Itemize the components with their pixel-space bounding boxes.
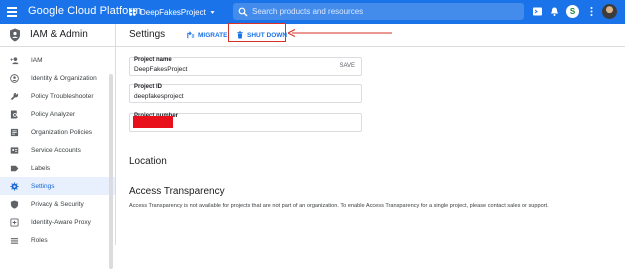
project-name-input[interactable]: DeepFakesProject: [134, 66, 187, 73]
document-search-icon: [10, 109, 18, 119]
sidebar-item-policy-troubleshooter[interactable]: Policy Troubleshooter: [0, 87, 115, 105]
annotation-highlight-box: [228, 23, 286, 42]
project-hexagon-icon: [129, 8, 136, 16]
sidebar-item-label: Policy Troubleshooter: [31, 92, 94, 100]
shield-icon: [10, 199, 19, 209]
header-divider: [116, 46, 625, 47]
sidebar-item-label: Organization Policies: [31, 128, 93, 136]
gear-icon: [10, 181, 19, 191]
account-circle-icon: [10, 73, 19, 83]
search-input[interactable]: [252, 7, 512, 16]
sidebar-item-label: Roles: [31, 236, 48, 244]
page-title: Settings: [129, 29, 166, 40]
list-box-icon: [10, 128, 19, 136]
sidebar-item-labels[interactable]: Labels: [0, 159, 115, 177]
wrench-icon: [10, 92, 19, 100]
sidebar-item-label: Identity-Aware Proxy: [31, 218, 91, 226]
menu-icon[interactable]: [7, 7, 17, 17]
sidebar-item-label: Settings: [31, 182, 55, 190]
sidebar-item-label: Privacy & Security: [31, 200, 84, 208]
cloud-shell-icon[interactable]: [532, 6, 543, 17]
save-button[interactable]: SAVE: [339, 63, 355, 69]
search-icon: [238, 7, 248, 16]
product-title[interactable]: Google Cloud Platform: [28, 5, 141, 17]
project-id-value: deepfakesproject: [134, 93, 184, 100]
top-app-bar: Google Cloud Platform DeepFakesProject S: [0, 0, 625, 24]
sidebar-header: IAM & Admin: [0, 24, 115, 47]
location-heading: Location: [129, 156, 167, 167]
account-initial-badge[interactable]: S: [566, 5, 579, 18]
sidebar-item-roles[interactable]: Roles: [0, 231, 115, 249]
migrate-button[interactable]: MIGRATE: [187, 28, 228, 42]
iam-shield-icon: [10, 28, 20, 42]
sidebar-item-identity-aware-proxy[interactable]: Identity-Aware Proxy: [0, 213, 115, 231]
roles-icon: [10, 237, 19, 244]
annotation-arrow: [287, 29, 392, 37]
sidebar: IAM & Admin IAM Identity & Organization …: [0, 24, 116, 269]
search-bar[interactable]: [233, 3, 524, 20]
project-number-field: Project number: [129, 113, 362, 132]
account-avatar[interactable]: [602, 4, 617, 19]
sidebar-item-label: IAM: [31, 56, 43, 64]
project-selector[interactable]: DeepFakesProject: [128, 4, 216, 20]
more-vert-icon[interactable]: [586, 6, 597, 17]
sidebar-item-label: Identity & Organization: [31, 74, 97, 82]
sidebar-item-identity-organization[interactable]: Identity & Organization: [0, 69, 115, 87]
sidebar-scrollbar[interactable]: [108, 74, 114, 269]
migrate-label: MIGRATE: [198, 31, 228, 39]
access-transparency-heading: Access Transparency: [129, 186, 225, 197]
project-name-label: Project name: [134, 57, 172, 63]
label-icon: [10, 165, 19, 171]
redaction-block: [133, 116, 173, 128]
person-add-icon: [10, 56, 19, 64]
sidebar-item-settings[interactable]: Settings: [0, 177, 115, 195]
project-id-field: Project ID deepfakesproject: [129, 84, 362, 103]
chevron-down-icon: [210, 10, 215, 14]
sidebar-item-label: Labels: [31, 164, 51, 172]
notifications-icon[interactable]: [549, 6, 560, 17]
sidebar-item-privacy-security[interactable]: Privacy & Security: [0, 195, 115, 213]
project-selector-label: DeepFakesProject: [140, 7, 206, 17]
iap-icon: [10, 217, 19, 227]
sidebar-title: IAM & Admin: [30, 29, 88, 40]
sidebar-item-label: Policy Analyzer: [31, 110, 76, 118]
project-name-field[interactable]: Project name DeepFakesProject SAVE: [129, 57, 362, 76]
project-id-label: Project ID: [134, 84, 163, 90]
sidebar-item-label: Service Accounts: [31, 146, 81, 154]
sidebar-item-iam[interactable]: IAM: [0, 51, 115, 69]
sidebar-item-policy-analyzer[interactable]: Policy Analyzer: [0, 105, 115, 123]
scrollbar-thumb[interactable]: [109, 74, 113, 269]
migrate-icon: [187, 31, 195, 39]
service-account-icon: [10, 146, 19, 154]
sidebar-item-organization-policies[interactable]: Organization Policies: [0, 123, 115, 141]
access-transparency-description: Access Transparency is not available for…: [129, 203, 549, 209]
sidebar-item-service-accounts[interactable]: Service Accounts: [0, 141, 115, 159]
